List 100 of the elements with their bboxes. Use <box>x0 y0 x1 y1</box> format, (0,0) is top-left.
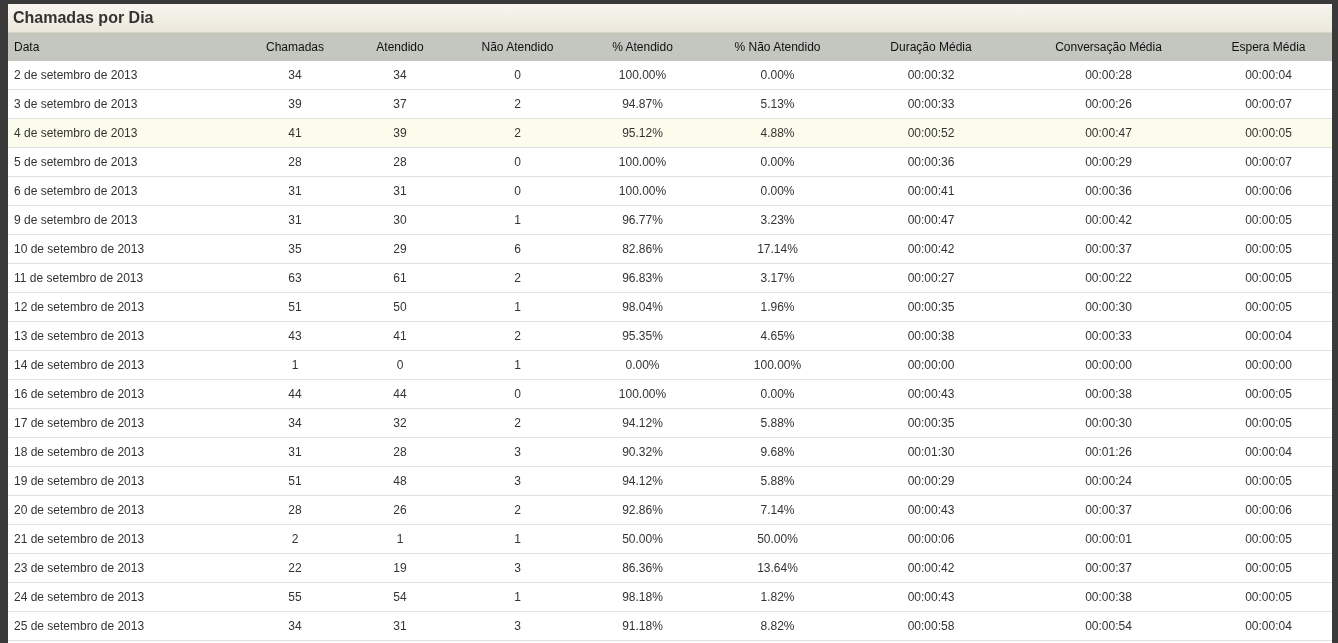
table-cell: 5.88% <box>705 466 850 496</box>
table-cell: 00:00:26 <box>1012 89 1205 119</box>
table-cell: 3 <box>455 466 580 496</box>
table-cell: 00:00:32 <box>850 61 1012 90</box>
table-cell: 7.14% <box>705 495 850 525</box>
table-cell: 94.87% <box>580 89 705 119</box>
table-cell: 00:00:04 <box>1205 321 1332 351</box>
table-cell: 100.00% <box>705 350 850 380</box>
table-cell: 2 <box>245 524 345 554</box>
table-cell: 23 de setembro de 2013 <box>8 553 245 583</box>
table-cell: 21 de setembro de 2013 <box>8 524 245 554</box>
table-row[interactable]: 3 de setembro de 2013 39 37 2 94.87% 5.13% 00:00:33 00:00:26 00:00:07 <box>8 89 1332 119</box>
table-row[interactable]: 10 de setembro de 2013 35 29 6 82.86% 17.14% 00:00:42 00:00:37 00:00:05 <box>8 234 1332 264</box>
table-cell: 00:00:42 <box>850 234 1012 264</box>
table-cell: 34 <box>245 408 345 438</box>
column-header: Atendido <box>345 33 455 61</box>
column-header: Duração Média <box>850 33 1012 61</box>
table-cell: 00:00:07 <box>1205 147 1332 177</box>
table-cell: 31 <box>345 176 455 206</box>
table-row[interactable]: 24 de setembro de 2013 55 54 1 98.18% 1.82% 00:00:43 00:00:38 00:00:05 <box>8 582 1332 612</box>
table-cell: 28 <box>245 495 345 525</box>
table-cell: 55 <box>245 582 345 612</box>
table-cell: 19 de setembro de 2013 <box>8 466 245 496</box>
table-cell: 00:01:26 <box>1012 437 1205 467</box>
table-cell: 2 <box>455 89 580 119</box>
table-row[interactable]: 19 de setembro de 2013 51 48 3 94.12% 5.88% 00:00:29 00:00:24 00:00:05 <box>8 466 1332 496</box>
table-cell: 00:00:43 <box>850 495 1012 525</box>
table-cell: 34 <box>245 611 345 641</box>
table-cell: 5.13% <box>705 89 850 119</box>
table-cell: 9 de setembro de 2013 <box>8 205 245 235</box>
table-cell: 00:00:42 <box>850 553 1012 583</box>
table-row[interactable]: 11 de setembro de 2013 63 61 2 96.83% 3.17% 00:00:27 00:00:22 00:00:05 <box>8 263 1332 293</box>
table-row[interactable]: 17 de setembro de 2013 34 32 2 94.12% 5.88% 00:00:35 00:00:30 00:00:05 <box>8 408 1332 438</box>
table-cell: 00:00:05 <box>1205 263 1332 293</box>
table-cell: 22 <box>245 553 345 583</box>
table-cell: 00:00:06 <box>1205 495 1332 525</box>
table-cell: 00:00:00 <box>1205 350 1332 380</box>
table-cell: 91.18% <box>580 611 705 641</box>
table-cell: 26 <box>345 495 455 525</box>
table-row[interactable]: 21 de setembro de 2013 2 1 1 50.00% 50.00% 00:00:06 00:00:01 00:00:05 <box>8 524 1332 554</box>
table-cell: 0.00% <box>705 61 850 90</box>
table-row[interactable]: 14 de setembro de 2013 1 0 1 0.00% 100.00% 00:00:00 00:00:00 00:00:00 <box>8 350 1332 380</box>
table-row[interactable]: 12 de setembro de 2013 51 50 1 98.04% 1.96% 00:00:35 00:00:30 00:00:05 <box>8 292 1332 322</box>
table-cell: 11 de setembro de 2013 <box>8 263 245 293</box>
table-cell: 3.17% <box>705 263 850 293</box>
table-cell: 2 <box>455 495 580 525</box>
column-header: % Atendido <box>580 33 705 61</box>
table-cell: 5.88% <box>705 408 850 438</box>
table-row[interactable]: 6 de setembro de 2013 31 31 0 100.00% 0.00% 00:00:41 00:00:36 00:00:06 <box>8 176 1332 206</box>
table-cell: 28 <box>245 147 345 177</box>
table-cell: 50.00% <box>705 524 850 554</box>
table-cell: 63 <box>245 263 345 293</box>
table-row[interactable]: 4 de setembro de 2013 41 39 2 95.12% 4.88% 00:00:52 00:00:47 00:00:05 <box>8 118 1332 148</box>
table-cell: 32 <box>345 408 455 438</box>
table-cell: 24 de setembro de 2013 <box>8 582 245 612</box>
table-cell: 39 <box>245 89 345 119</box>
table-cell: 41 <box>245 118 345 148</box>
table-cell: 00:00:37 <box>1012 234 1205 264</box>
table-cell: 100.00% <box>580 176 705 206</box>
table-cell: 13.64% <box>705 553 850 583</box>
table-cell: 1 <box>455 350 580 380</box>
table-cell: 43 <box>245 321 345 351</box>
table-cell: 18 de setembro de 2013 <box>8 437 245 467</box>
table-cell: 100.00% <box>580 61 705 90</box>
table-row[interactable]: 5 de setembro de 2013 28 28 0 100.00% 0.00% 00:00:36 00:00:29 00:00:07 <box>8 147 1332 177</box>
table-cell: 54 <box>345 582 455 612</box>
table-cell: 00:00:29 <box>1012 147 1205 177</box>
table-cell: 00:00:05 <box>1205 466 1332 496</box>
table-cell: 00:00:36 <box>1012 176 1205 206</box>
table-cell: 98.18% <box>580 582 705 612</box>
table-cell: 1 <box>455 582 580 612</box>
table-row[interactable]: 16 de setembro de 2013 44 44 0 100.00% 0.00% 00:00:43 00:00:38 00:00:05 <box>8 379 1332 409</box>
table-cell: 3 <box>455 611 580 641</box>
table-cell: 00:01:30 <box>850 437 1012 467</box>
table-cell: 20 de setembro de 2013 <box>8 495 245 525</box>
table-cell: 6 de setembro de 2013 <box>8 176 245 206</box>
table-cell: 17.14% <box>705 234 850 264</box>
table-cell: 1 <box>245 350 345 380</box>
table-row[interactable]: 2 de setembro de 2013 34 34 0 100.00% 0.00% 00:00:32 00:00:28 00:00:04 <box>8 61 1332 90</box>
table-cell: 00:00:00 <box>1012 350 1205 380</box>
panel-title: Chamadas por Dia <box>13 9 154 27</box>
table-cell: 00:00:07 <box>1205 89 1332 119</box>
table-row[interactable]: 9 de setembro de 2013 31 30 1 96.77% 3.23% 00:00:47 00:00:42 00:00:05 <box>8 205 1332 235</box>
table-cell: 00:00:05 <box>1205 553 1332 583</box>
table-cell: 12 de setembro de 2013 <box>8 292 245 322</box>
table-cell: 50 <box>345 292 455 322</box>
table-cell: 0 <box>455 379 580 409</box>
table-cell: 00:00:38 <box>1012 379 1205 409</box>
table-row[interactable]: 25 de setembro de 2013 34 31 3 91.18% 8.82% 00:00:58 00:00:54 00:00:04 <box>8 611 1332 641</box>
table-cell: 00:00:58 <box>850 611 1012 641</box>
table-cell: 3 <box>455 553 580 583</box>
table-row[interactable]: 18 de setembro de 2013 31 28 3 90.32% 9.68% 00:01:30 00:01:26 00:00:04 <box>8 437 1332 467</box>
table-row[interactable]: 13 de setembro de 2013 43 41 2 95.35% 4.65% 00:00:38 00:00:33 00:00:04 <box>8 321 1332 351</box>
table-cell: 86.36% <box>580 553 705 583</box>
table-cell: 4 de setembro de 2013 <box>8 118 245 148</box>
table-cell: 00:00:43 <box>850 379 1012 409</box>
table-cell: 2 <box>455 263 580 293</box>
table-cell: 100.00% <box>580 379 705 409</box>
table-row[interactable]: 23 de setembro de 2013 22 19 3 86.36% 13.64% 00:00:42 00:00:37 00:00:05 <box>8 553 1332 583</box>
table-row[interactable]: 20 de setembro de 2013 28 26 2 92.86% 7.14% 00:00:43 00:00:37 00:00:06 <box>8 495 1332 525</box>
